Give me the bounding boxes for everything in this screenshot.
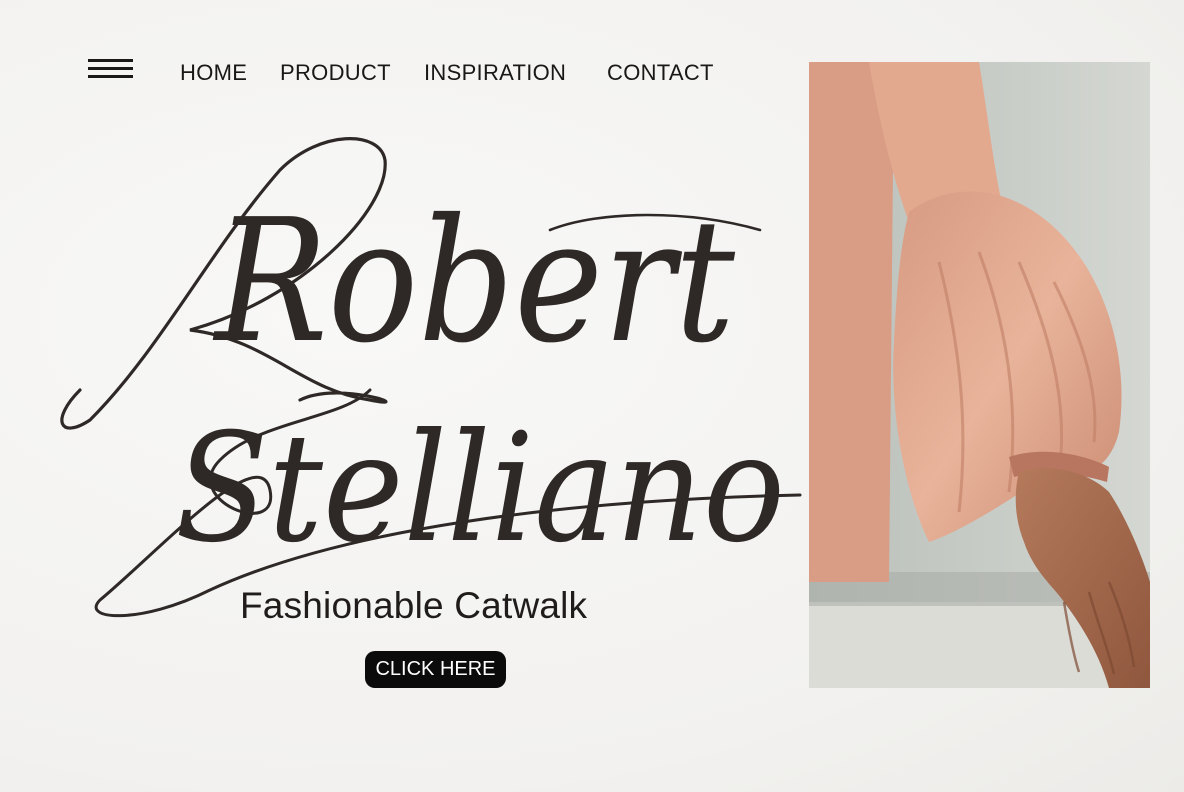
hero-subtitle: Fashionable Catwalk xyxy=(240,585,588,626)
hamburger-icon[interactable] xyxy=(88,58,134,82)
script-line-robert: Robert xyxy=(212,183,735,381)
sleeve-photo-art xyxy=(809,62,1150,688)
nav-item-contact[interactable]: CONTACT xyxy=(607,60,714,86)
hero-script-title: Robert Stelliano xyxy=(60,137,802,618)
nav-item-home[interactable]: HOME xyxy=(180,60,247,86)
photo-dress-panel xyxy=(809,62,894,582)
nav-item-product[interactable]: PRODUCT xyxy=(280,60,391,86)
fashion-photo xyxy=(809,62,1150,688)
script-line-stelliano: Stelliano xyxy=(175,402,785,576)
nav-item-inspiration[interactable]: INSPIRATION xyxy=(424,60,566,86)
click-here-button[interactable]: CLICK HERE xyxy=(365,651,506,688)
